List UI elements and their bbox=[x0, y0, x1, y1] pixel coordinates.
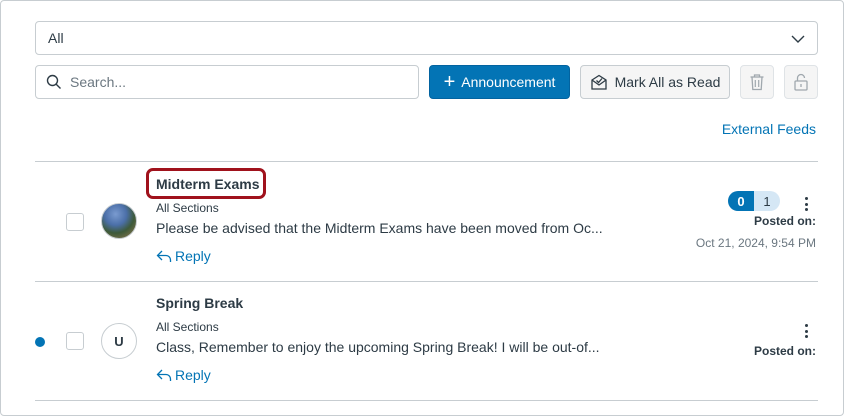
announcement-sections: All Sections bbox=[156, 320, 219, 334]
announcement-title[interactable]: Midterm Exams bbox=[156, 176, 259, 192]
more-options-icon[interactable] bbox=[800, 196, 812, 212]
posted-date: Oct 21, 2024, 9:54 PM bbox=[695, 236, 816, 250]
unlock-icon bbox=[794, 73, 808, 91]
avatar[interactable]: U bbox=[101, 323, 137, 359]
delete-button[interactable] bbox=[740, 65, 774, 99]
announcements-panel: All + Announcement Mark All as Read bbox=[0, 0, 844, 416]
add-announcement-button[interactable]: + Announcement bbox=[429, 65, 570, 99]
reply-count-badges: 0 1 bbox=[728, 191, 780, 211]
mark-all-read-button[interactable]: Mark All as Read bbox=[580, 65, 730, 99]
unread-indicator bbox=[35, 337, 45, 347]
unread-replies-badge: 0 bbox=[728, 191, 754, 211]
mark-all-read-label: Mark All as Read bbox=[614, 74, 721, 90]
announcement-sections: All Sections bbox=[156, 201, 219, 215]
reply-link[interactable]: Reply bbox=[156, 248, 211, 264]
reply-icon bbox=[156, 250, 172, 262]
reply-label: Reply bbox=[175, 367, 211, 383]
divider bbox=[35, 281, 818, 282]
trash-icon bbox=[750, 74, 764, 91]
reply-link[interactable]: Reply bbox=[156, 367, 211, 383]
reply-label: Reply bbox=[175, 248, 211, 264]
filter-select-value: All bbox=[48, 30, 64, 46]
mark-read-icon bbox=[590, 74, 607, 90]
total-replies-badge: 1 bbox=[754, 191, 780, 211]
search-box[interactable] bbox=[35, 65, 419, 99]
announcement-checkbox[interactable] bbox=[66, 332, 84, 350]
announcement-message: Class, Remember to enjoy the upcoming Sp… bbox=[156, 339, 600, 355]
more-options-icon[interactable] bbox=[800, 323, 812, 339]
divider bbox=[35, 161, 818, 162]
search-input[interactable] bbox=[70, 74, 390, 90]
divider bbox=[35, 400, 818, 401]
announcement-title[interactable]: Spring Break bbox=[156, 295, 243, 311]
search-icon bbox=[46, 74, 61, 89]
reply-icon bbox=[156, 369, 172, 381]
filter-select[interactable]: All bbox=[35, 21, 818, 55]
avatar[interactable] bbox=[101, 203, 137, 239]
announcement-message: Please be advised that the Midterm Exams… bbox=[156, 220, 603, 236]
posted-on-label: Posted on: bbox=[754, 214, 816, 228]
external-feeds-link[interactable]: External Feeds bbox=[722, 121, 816, 137]
posted-on-label: Posted on: bbox=[754, 344, 816, 358]
plus-icon: + bbox=[443, 71, 456, 93]
chevron-down-icon bbox=[791, 35, 805, 43]
add-announcement-label: Announcement bbox=[461, 74, 556, 90]
lock-button[interactable] bbox=[784, 65, 818, 99]
announcement-checkbox[interactable] bbox=[66, 213, 84, 231]
